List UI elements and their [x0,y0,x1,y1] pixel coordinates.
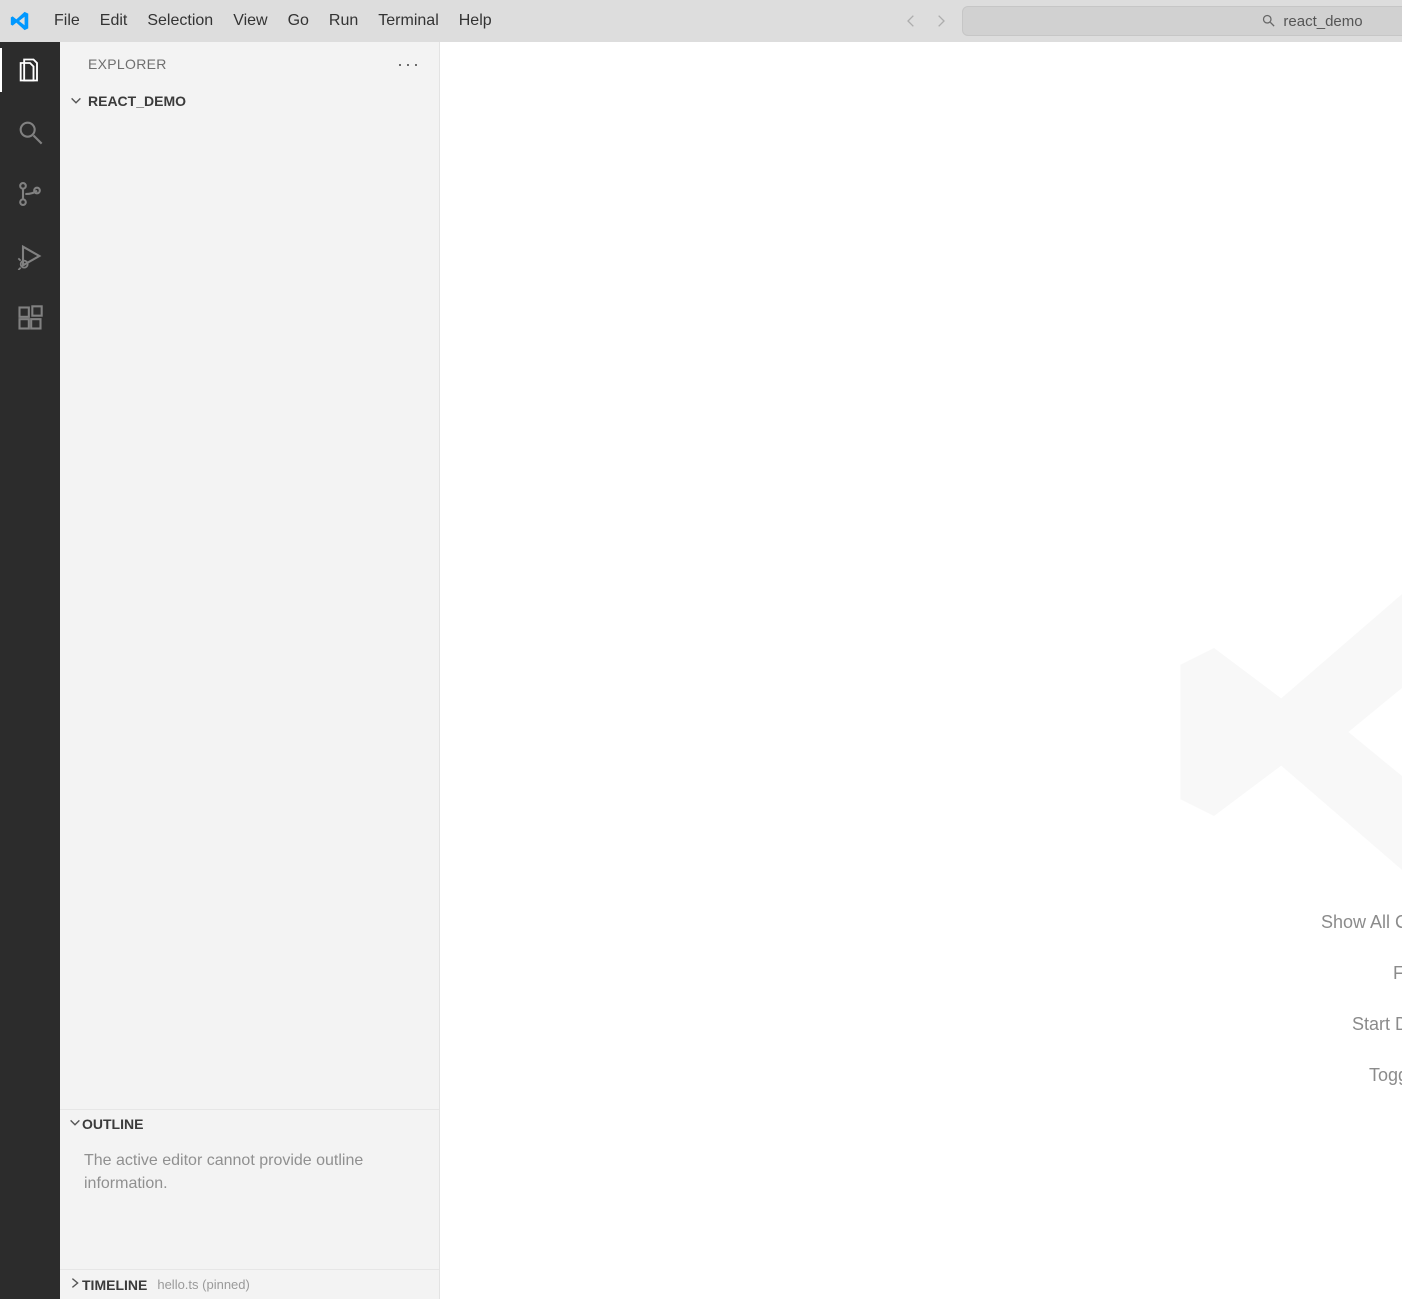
explorer-folder-body [60,116,439,1109]
shortcut-line: Fi [1078,963,1402,984]
shortcut-line: Show All C [1078,912,1402,933]
sidebar-title: EXPLORER [88,56,167,72]
vscode-logo-icon [8,9,32,33]
outline-title: OUTLINE [82,1116,143,1132]
nav-arrows [902,11,950,31]
sidebar-header: EXPLORER ··· [60,42,439,86]
activity-run-debug-icon[interactable] [12,238,48,274]
shortcut-line: Start D [1078,1014,1402,1035]
nav-back-icon[interactable] [902,11,922,31]
shortcut-line: Togg [1078,1065,1402,1086]
explorer-folder-name: REACT_DEMO [88,93,186,109]
activity-source-control-icon[interactable] [12,176,48,212]
menu-selection[interactable]: Selection [137,0,223,42]
command-center[interactable]: react_demo [962,6,1402,36]
explorer-folder-header[interactable]: REACT_DEMO [60,86,439,116]
chevron-right-icon [68,1276,82,1293]
search-icon [1261,13,1277,29]
activity-bar [0,42,60,1299]
nav-forward-icon[interactable] [930,11,950,31]
menu-go[interactable]: Go [278,0,319,42]
chevron-down-icon [68,1116,82,1133]
menu-help[interactable]: Help [449,0,502,42]
sidebar-more-icon[interactable]: ··· [393,50,425,79]
shortcut-hints: Show All C Fi Start D Togg [1078,912,1402,1086]
outline-message: The active editor cannot provide outline… [60,1139,439,1205]
watermark-logo-icon [1172,522,1402,942]
menu-file[interactable]: File [44,0,90,42]
menu-view[interactable]: View [223,0,277,42]
activity-explorer-icon[interactable] [12,52,48,88]
sidebar: EXPLORER ··· REACT_DEMO OUTLINE The acti… [60,42,440,1299]
outline-header[interactable]: OUTLINE [60,1109,439,1139]
timeline-meta: hello.ts (pinned) [157,1277,250,1292]
timeline-title: TIMELINE [82,1277,147,1293]
activity-extensions-icon[interactable] [12,300,48,336]
command-center-label: react_demo [1283,13,1362,30]
menu-edit[interactable]: Edit [90,0,138,42]
menu-terminal[interactable]: Terminal [368,0,448,42]
editor-area: Show All C Fi Start D Togg [440,42,1402,1299]
timeline-header[interactable]: TIMELINE hello.ts (pinned) [60,1269,439,1299]
title-bar: File Edit Selection View Go Run Terminal… [0,0,1402,42]
activity-search-icon[interactable] [12,114,48,150]
menu-run[interactable]: Run [319,0,368,42]
chevron-down-icon [68,93,84,109]
